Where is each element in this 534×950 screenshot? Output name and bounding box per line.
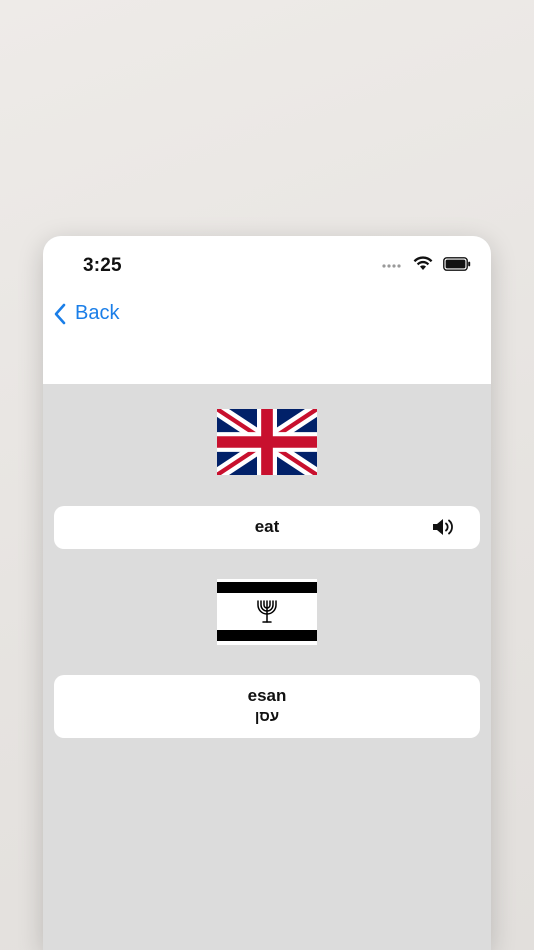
status-time: 3:25 xyxy=(83,255,122,276)
target-word-card: esan עסן xyxy=(54,675,480,738)
phone-screen: 3:25 Back eat esan עסן xyxy=(43,236,491,950)
back-label: Back xyxy=(75,302,120,324)
navigation-header: 3:25 Back xyxy=(43,236,491,384)
speaker-icon xyxy=(433,519,453,535)
signal-icon xyxy=(382,263,401,268)
battery-icon xyxy=(443,256,471,271)
target-native-word: עסן xyxy=(254,708,280,725)
target-transliteration: esan xyxy=(247,686,287,705)
wifi-icon xyxy=(413,256,433,270)
source-word-card: eat xyxy=(54,506,480,549)
israel-menorah-flag-icon xyxy=(217,579,317,645)
play-audio-button[interactable] xyxy=(432,517,456,542)
source-word: eat xyxy=(254,517,280,536)
united-kingdom-flag-icon xyxy=(217,409,317,475)
back-button[interactable]: Back xyxy=(53,302,119,325)
chevron-left-icon xyxy=(54,303,66,324)
status-icons xyxy=(381,256,471,271)
